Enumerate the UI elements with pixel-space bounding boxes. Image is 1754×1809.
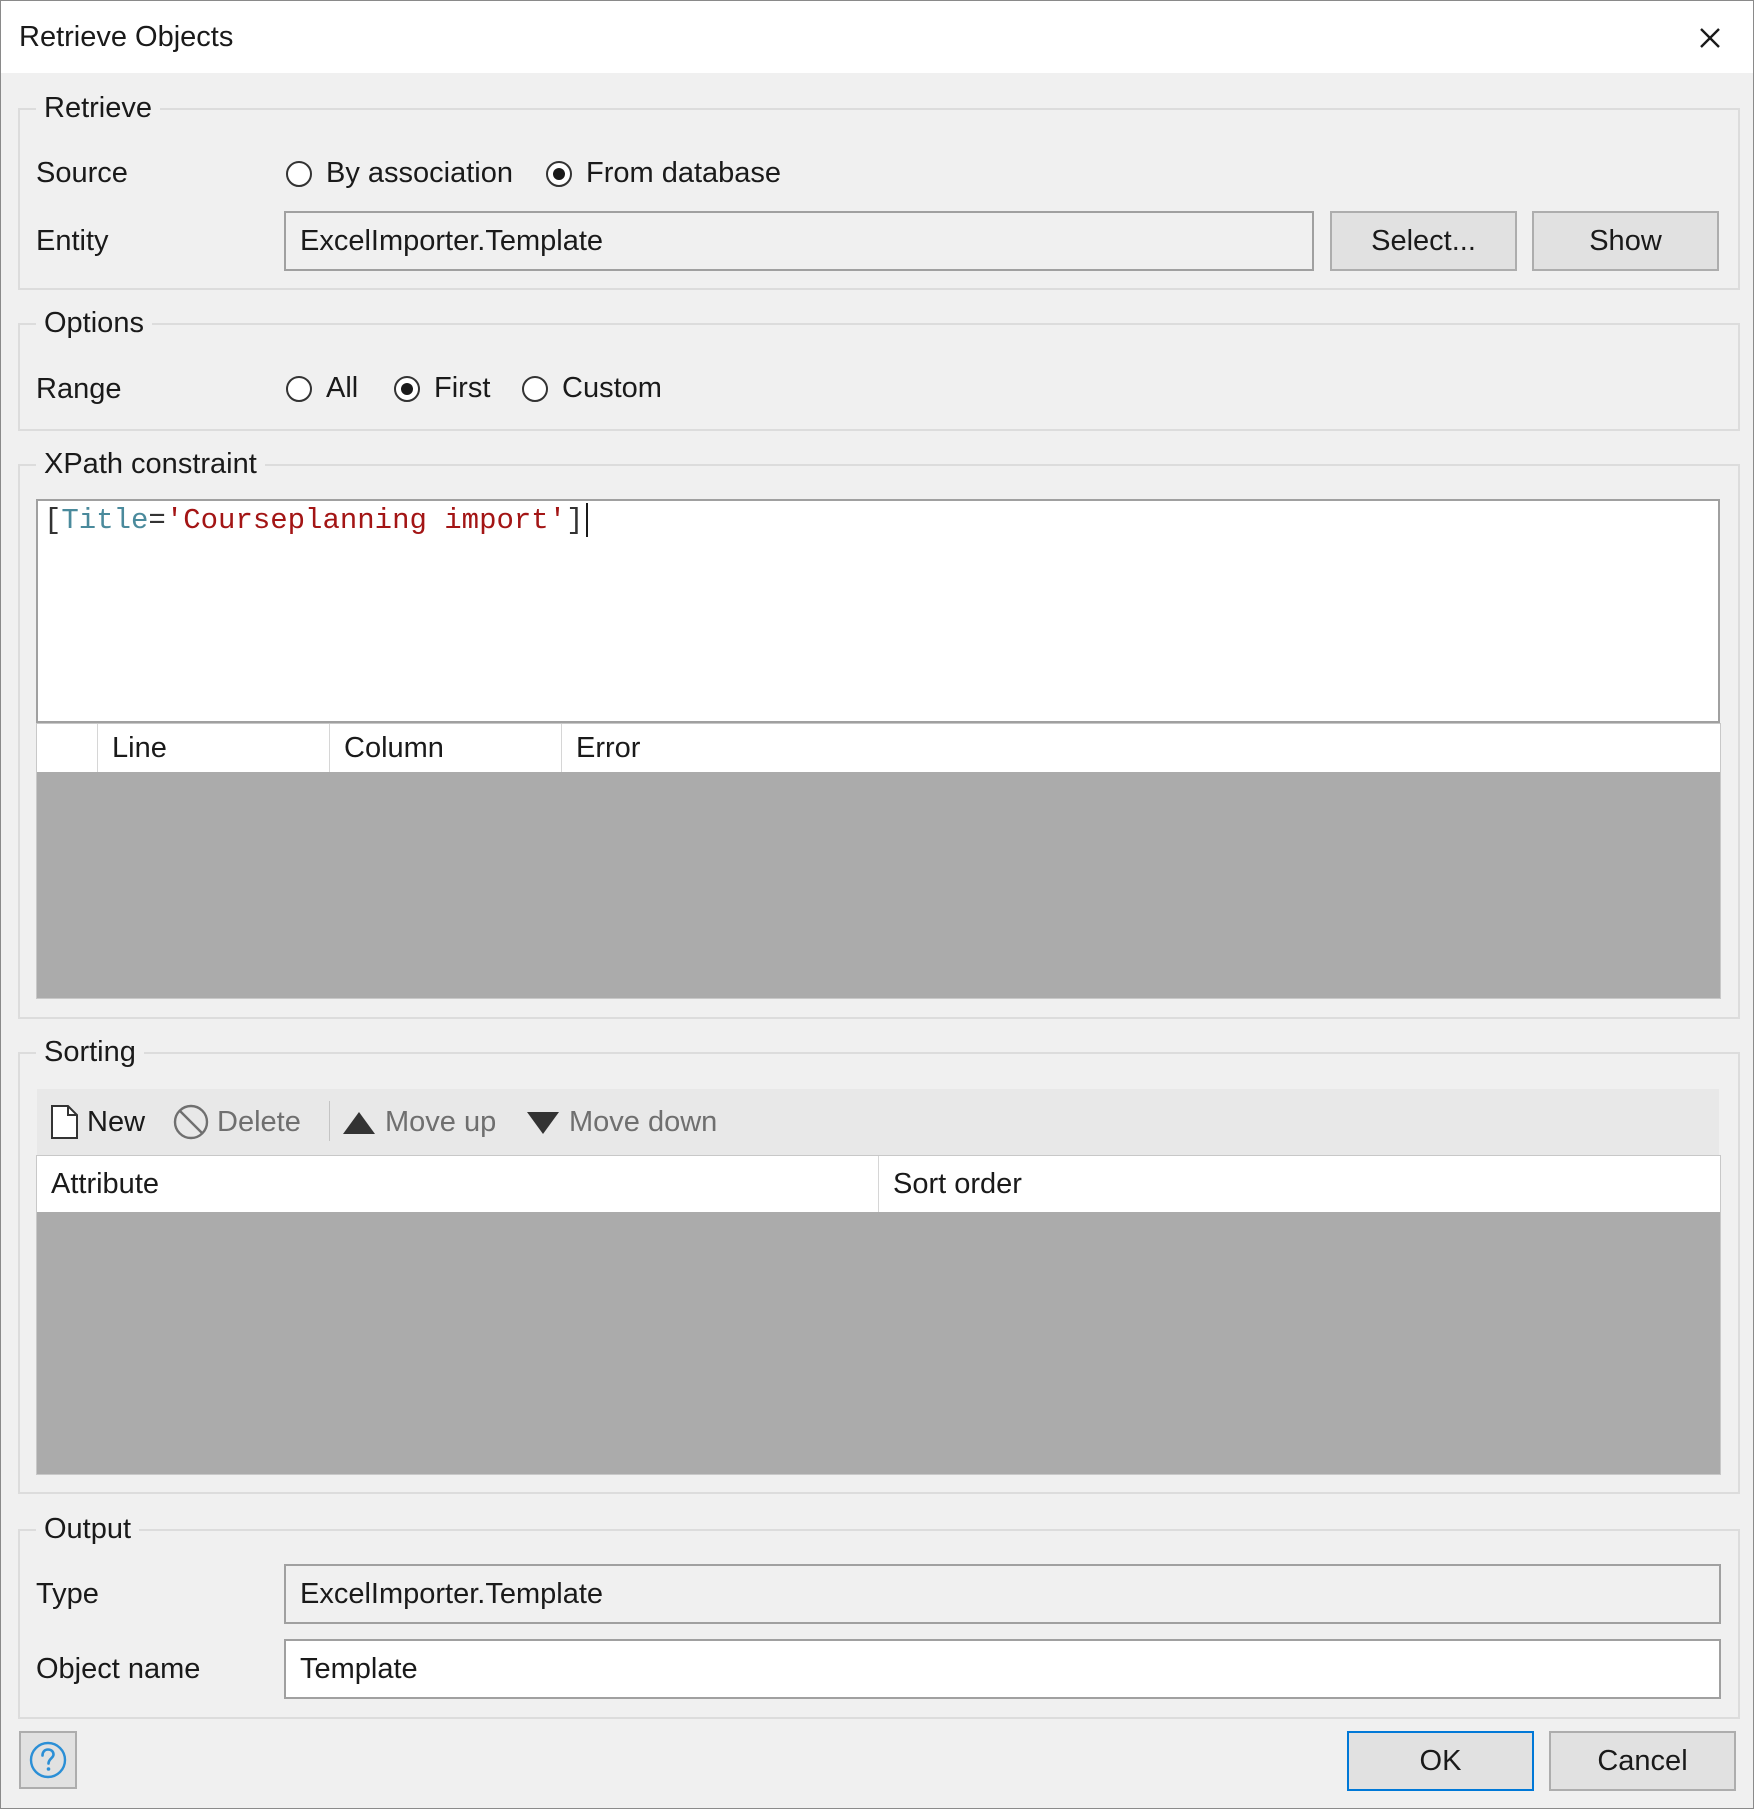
errors-col-marker[interactable] bbox=[37, 724, 98, 772]
delete-icon bbox=[173, 1104, 209, 1140]
errors-col-column[interactable]: Column bbox=[330, 724, 562, 772]
sorting-grid-header: Attribute Sort order bbox=[37, 1156, 1720, 1212]
radio-range-first-circle bbox=[394, 375, 420, 402]
xpath-string: 'Courseplanning import' bbox=[165, 504, 567, 537]
help-button[interactable] bbox=[19, 1731, 77, 1789]
xpath-editor[interactable]: [Title='Courseplanning import'] bbox=[36, 499, 1720, 723]
type-label: Type bbox=[36, 1578, 99, 1610]
retrieve-legend: Retrieve bbox=[36, 90, 160, 126]
cancel-button[interactable]: Cancel bbox=[1549, 1731, 1736, 1791]
entity-label: Entity bbox=[36, 225, 109, 257]
dialog-title: Retrieve Objects bbox=[19, 21, 234, 53]
move-down-label: Move down bbox=[569, 1105, 718, 1138]
text-caret bbox=[585, 503, 588, 538]
new-sort-button[interactable]: New bbox=[49, 1101, 145, 1143]
errors-col-error[interactable]: Error bbox=[562, 724, 1720, 772]
radio-range-custom-circle bbox=[522, 375, 548, 402]
radio-range-custom-label: Custom bbox=[562, 372, 662, 404]
xpath-close-bracket: ] bbox=[566, 504, 584, 537]
radio-range-first-label: First bbox=[434, 372, 491, 404]
new-document-icon bbox=[51, 1105, 78, 1139]
xpath-attribute: Title bbox=[61, 504, 149, 537]
entity-field[interactable]: ExcelImporter.Template bbox=[284, 211, 1314, 271]
sorting-grid[interactable]: Attribute Sort order bbox=[36, 1155, 1721, 1475]
xpath-legend: XPath constraint bbox=[36, 446, 265, 482]
sorting-col-sort-order[interactable]: Sort order bbox=[879, 1156, 1720, 1212]
xpath-errors-grid[interactable]: Line Column Error bbox=[36, 723, 1721, 999]
object-name-label: Object name bbox=[36, 1653, 201, 1685]
retrieve-objects-dialog: Retrieve Objects Retrieve Source By asso… bbox=[0, 0, 1754, 1809]
sorting-col-attribute[interactable]: Attribute bbox=[37, 1156, 879, 1212]
ok-button[interactable]: OK bbox=[1347, 1731, 1534, 1791]
output-type-field[interactable]: ExcelImporter.Template bbox=[284, 1564, 1721, 1624]
range-label: Range bbox=[36, 373, 122, 405]
radio-by-association[interactable]: By association bbox=[286, 157, 513, 190]
move-up-label: Move up bbox=[385, 1105, 497, 1138]
toolbar-separator bbox=[329, 1101, 330, 1141]
delete-sort-button[interactable]: Delete bbox=[173, 1101, 301, 1143]
select-entity-button[interactable]: Select... bbox=[1330, 211, 1517, 271]
object-name-field[interactable]: Template bbox=[284, 1639, 1721, 1699]
close-icon bbox=[1700, 28, 1720, 48]
options-legend: Options bbox=[36, 305, 152, 341]
close-button[interactable] bbox=[1689, 19, 1729, 55]
question-circle-icon bbox=[29, 1741, 67, 1779]
radio-range-all-circle bbox=[286, 375, 312, 402]
radio-range-first[interactable]: First bbox=[394, 372, 490, 405]
source-label: Source bbox=[36, 157, 128, 189]
xpath-open-bracket: [ bbox=[44, 504, 62, 537]
sorting-legend: Sorting bbox=[36, 1034, 144, 1070]
triangle-up-icon bbox=[343, 1112, 375, 1134]
radio-by-association-circle bbox=[286, 160, 312, 187]
errors-col-line[interactable]: Line bbox=[98, 724, 330, 772]
radio-range-all-label: All bbox=[326, 372, 359, 404]
radio-range-all[interactable]: All bbox=[286, 372, 358, 405]
options-group: Options bbox=[18, 305, 1740, 431]
sorting-toolbar: New Delete Move up Move down bbox=[37, 1089, 1719, 1156]
radio-from-database[interactable]: From database bbox=[546, 157, 781, 190]
radio-from-database-label: From database bbox=[586, 157, 782, 189]
errors-grid-header: Line Column Error bbox=[37, 724, 1720, 772]
radio-by-association-label: By association bbox=[326, 157, 513, 189]
move-up-button[interactable]: Move up bbox=[341, 1101, 496, 1143]
show-entity-button[interactable]: Show bbox=[1532, 211, 1719, 271]
radio-range-custom[interactable]: Custom bbox=[522, 372, 662, 405]
triangle-down-icon bbox=[527, 1112, 559, 1134]
xpath-operator: = bbox=[148, 504, 166, 537]
new-sort-label: New bbox=[87, 1105, 146, 1138]
output-legend: Output bbox=[36, 1511, 140, 1547]
title-bar: Retrieve Objects bbox=[1, 1, 1753, 73]
move-down-button[interactable]: Move down bbox=[525, 1101, 717, 1143]
radio-from-database-circle bbox=[546, 160, 572, 187]
delete-sort-label: Delete bbox=[217, 1105, 301, 1138]
